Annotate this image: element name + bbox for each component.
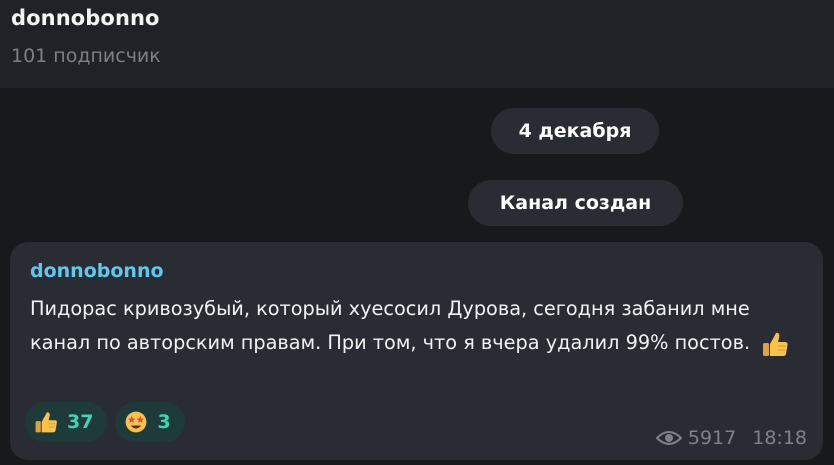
eye-icon [655, 429, 682, 447]
reaction-star-struck[interactable]: 3 [115, 402, 185, 442]
view-count: 5917 [687, 427, 737, 449]
subscriber-count: 101 подписчик [11, 45, 161, 67]
post-author[interactable]: donnobonno [30, 260, 164, 282]
post-meta: 5917 18:18 [655, 427, 807, 449]
post-time: 18:18 [752, 427, 807, 449]
date-divider: 4 декабря [491, 108, 659, 154]
channel-post[interactable]: donnobonno Пидорас кривозубый, который х… [10, 242, 823, 460]
reactions-bar: 37 3 [25, 402, 185, 442]
post-text: Пидорас кривозубый, который хуесосил Дур… [30, 297, 751, 354]
post-text-container: Пидорас кривозубый, который хуесосил Дур… [30, 292, 810, 360]
channel-header[interactable]: donnobonno 101 подписчик [0, 0, 834, 88]
reaction-count: 3 [157, 411, 171, 433]
thumbs-up-icon [760, 329, 790, 359]
star-struck-icon [123, 409, 149, 435]
thumbs-up-icon [33, 409, 59, 435]
channel-title: donnobonno [11, 6, 160, 30]
service-message: Канал создан [468, 180, 683, 226]
reaction-thumbs-up[interactable]: 37 [25, 402, 108, 442]
reaction-count: 37 [67, 411, 94, 433]
